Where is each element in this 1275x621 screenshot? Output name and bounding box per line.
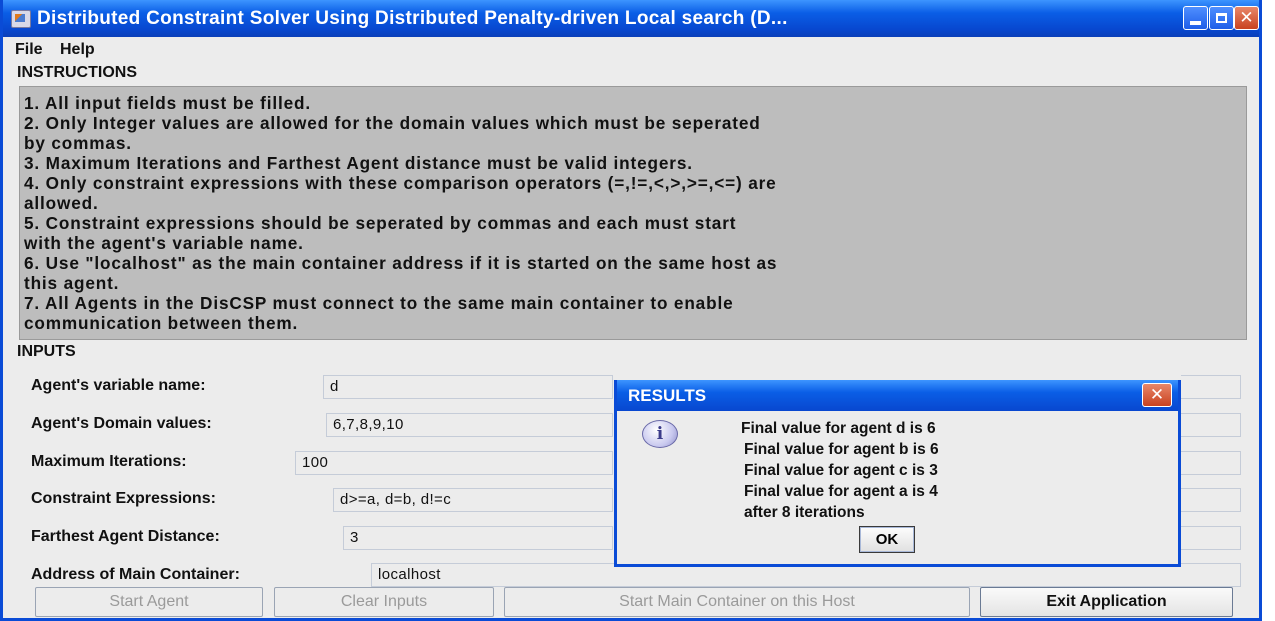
results-dialog: RESULTS ✕ i Final value for agent d is 6… — [614, 380, 1181, 567]
window-title: Distributed Constraint Solver Using Dist… — [37, 8, 788, 29]
instruction-line: 5. Constraint expressions should be sepe… — [24, 213, 737, 233]
close-button[interactable]: ✕ — [1234, 6, 1259, 30]
constraint-expressions-label: Constraint Expressions: — [31, 490, 216, 507]
start-main-container-button[interactable]: Start Main Container on this Host — [504, 587, 970, 617]
instruction-line: 1. All input fields must be filled. — [24, 93, 311, 113]
instruction-line: this agent. — [24, 273, 120, 293]
result-line: Final value for agent b is 6 — [744, 441, 939, 458]
variable-name-input[interactable]: d — [323, 375, 613, 399]
dialog-title-bar[interactable]: RESULTS ✕ — [617, 380, 1178, 411]
max-iterations-input-tail — [1181, 451, 1241, 475]
instruction-line: with the agent's variable name. — [24, 233, 304, 253]
result-line: Final value for agent c is 3 — [744, 462, 938, 479]
close-icon: ✕ — [1149, 385, 1165, 404]
clear-inputs-button[interactable]: Clear Inputs — [274, 587, 494, 617]
max-iterations-label: Maximum Iterations: — [31, 453, 187, 470]
domain-values-label: Agent's Domain values: — [31, 415, 212, 432]
instructions-heading: INSTRUCTIONS — [17, 64, 137, 81]
maximize-button[interactable] — [1209, 6, 1234, 30]
farthest-distance-label: Farthest Agent Distance: — [31, 528, 220, 545]
menu-bar: File Help — [3, 37, 1259, 61]
instruction-line: 6. Use "localhost" as the main container… — [24, 253, 778, 273]
start-agent-button[interactable]: Start Agent — [35, 587, 263, 617]
dialog-title: RESULTS — [628, 386, 707, 405]
instructions-text: 1. All input fields must be filled. 2. O… — [24, 93, 1240, 333]
instruction-line: communication between them. — [24, 313, 299, 333]
instruction-line: 2. Only Integer values are allowed for t… — [24, 113, 761, 133]
constraint-expressions-input-tail — [1181, 488, 1241, 512]
instruction-line: by commas. — [24, 133, 132, 153]
instruction-line: 7. All Agents in the DisCSP must connect… — [24, 293, 734, 313]
farthest-distance-input-tail — [1181, 526, 1241, 550]
ok-button[interactable]: OK — [859, 526, 915, 553]
inputs-heading: INPUTS — [17, 343, 76, 360]
instruction-line: 3. Maximum Iterations and Farthest Agent… — [24, 153, 693, 173]
menu-file[interactable]: File — [15, 41, 43, 59]
variable-name-label: Agent's variable name: — [31, 377, 206, 394]
java-app-icon — [11, 10, 31, 28]
title-bar[interactable]: Distributed Constraint Solver Using Dist… — [3, 0, 1259, 37]
result-line: Final value for agent a is 4 — [744, 483, 938, 500]
main-container-label: Address of Main Container: — [31, 566, 240, 583]
variable-name-input-tail — [1181, 375, 1241, 399]
minimize-icon — [1190, 21, 1201, 25]
exit-application-button[interactable]: Exit Application — [980, 587, 1233, 617]
main-window: Distributed Constraint Solver Using Dist… — [0, 0, 1262, 621]
information-icon: i — [642, 420, 678, 448]
result-line: Final value for agent d is 6 — [741, 420, 936, 437]
instruction-line: 4. Only constraint expressions with thes… — [24, 173, 777, 193]
instructions-panel: 1. All input fields must be filled. 2. O… — [19, 86, 1247, 340]
minimize-button[interactable] — [1183, 6, 1208, 30]
domain-values-input[interactable]: 6,7,8,9,10 — [326, 413, 613, 437]
instruction-line: allowed. — [24, 193, 99, 213]
max-iterations-input[interactable]: 100 — [295, 451, 613, 475]
menu-help[interactable]: Help — [60, 41, 95, 59]
dialog-close-button[interactable]: ✕ — [1142, 383, 1172, 407]
close-icon: ✕ — [1239, 8, 1254, 27]
result-line: after 8 iterations — [744, 504, 865, 521]
farthest-distance-input[interactable]: 3 — [343, 526, 613, 550]
constraint-expressions-input[interactable]: d>=a, d=b, d!=c — [333, 488, 613, 512]
maximize-icon — [1216, 13, 1227, 23]
domain-values-input-tail — [1181, 413, 1241, 437]
